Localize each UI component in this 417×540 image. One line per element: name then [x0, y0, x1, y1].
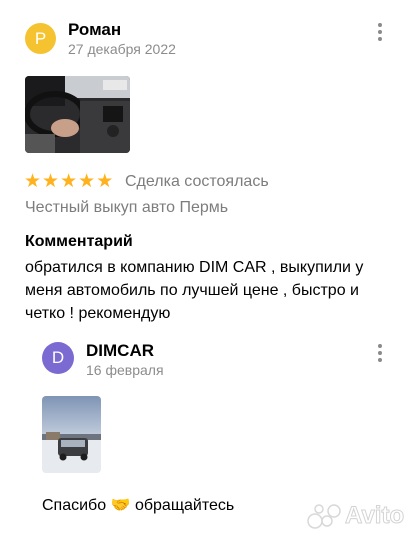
- review-subject: Честный выкуп авто Пермь: [25, 199, 229, 216]
- handshake-icon: 🤝: [110, 497, 131, 514]
- reply-more-options-icon[interactable]: [373, 344, 387, 362]
- reply-text-start: Спасибо: [42, 497, 107, 514]
- reply-avatar[interactable]: D: [42, 342, 74, 374]
- star-icon: ★: [60, 171, 78, 192]
- comment-heading: Комментарий: [25, 233, 133, 250]
- avito-watermark: Avito: [307, 500, 409, 532]
- deal-status: Сделка состоялась: [125, 173, 269, 190]
- avito-wordmark: Avito: [344, 502, 405, 530]
- reply-date: 16 февраля: [86, 362, 164, 378]
- reply-author-name[interactable]: DIMCAR: [86, 341, 154, 361]
- more-options-icon[interactable]: [373, 23, 387, 41]
- review-photo[interactable]: [25, 76, 130, 153]
- comment-text: обратился в компанию DIM CAR , выкупили …: [25, 259, 364, 322]
- author-avatar[interactable]: Р: [25, 23, 56, 54]
- reply-text-end: обращайтесь: [134, 497, 235, 514]
- star-icon: ★: [78, 171, 96, 192]
- star-icon: ★: [96, 171, 114, 192]
- rating-stars: ★ ★ ★ ★ ★: [24, 172, 113, 191]
- reply-text: Спасибо 🤝 обращайтесь: [42, 494, 234, 517]
- star-icon: ★: [42, 171, 60, 192]
- reply-photo[interactable]: [42, 396, 101, 473]
- star-icon: ★: [24, 171, 42, 192]
- avito-logo-icon: [307, 504, 341, 529]
- author-name[interactable]: Роман: [68, 20, 121, 40]
- review-date: 27 декабря 2022: [68, 41, 176, 57]
